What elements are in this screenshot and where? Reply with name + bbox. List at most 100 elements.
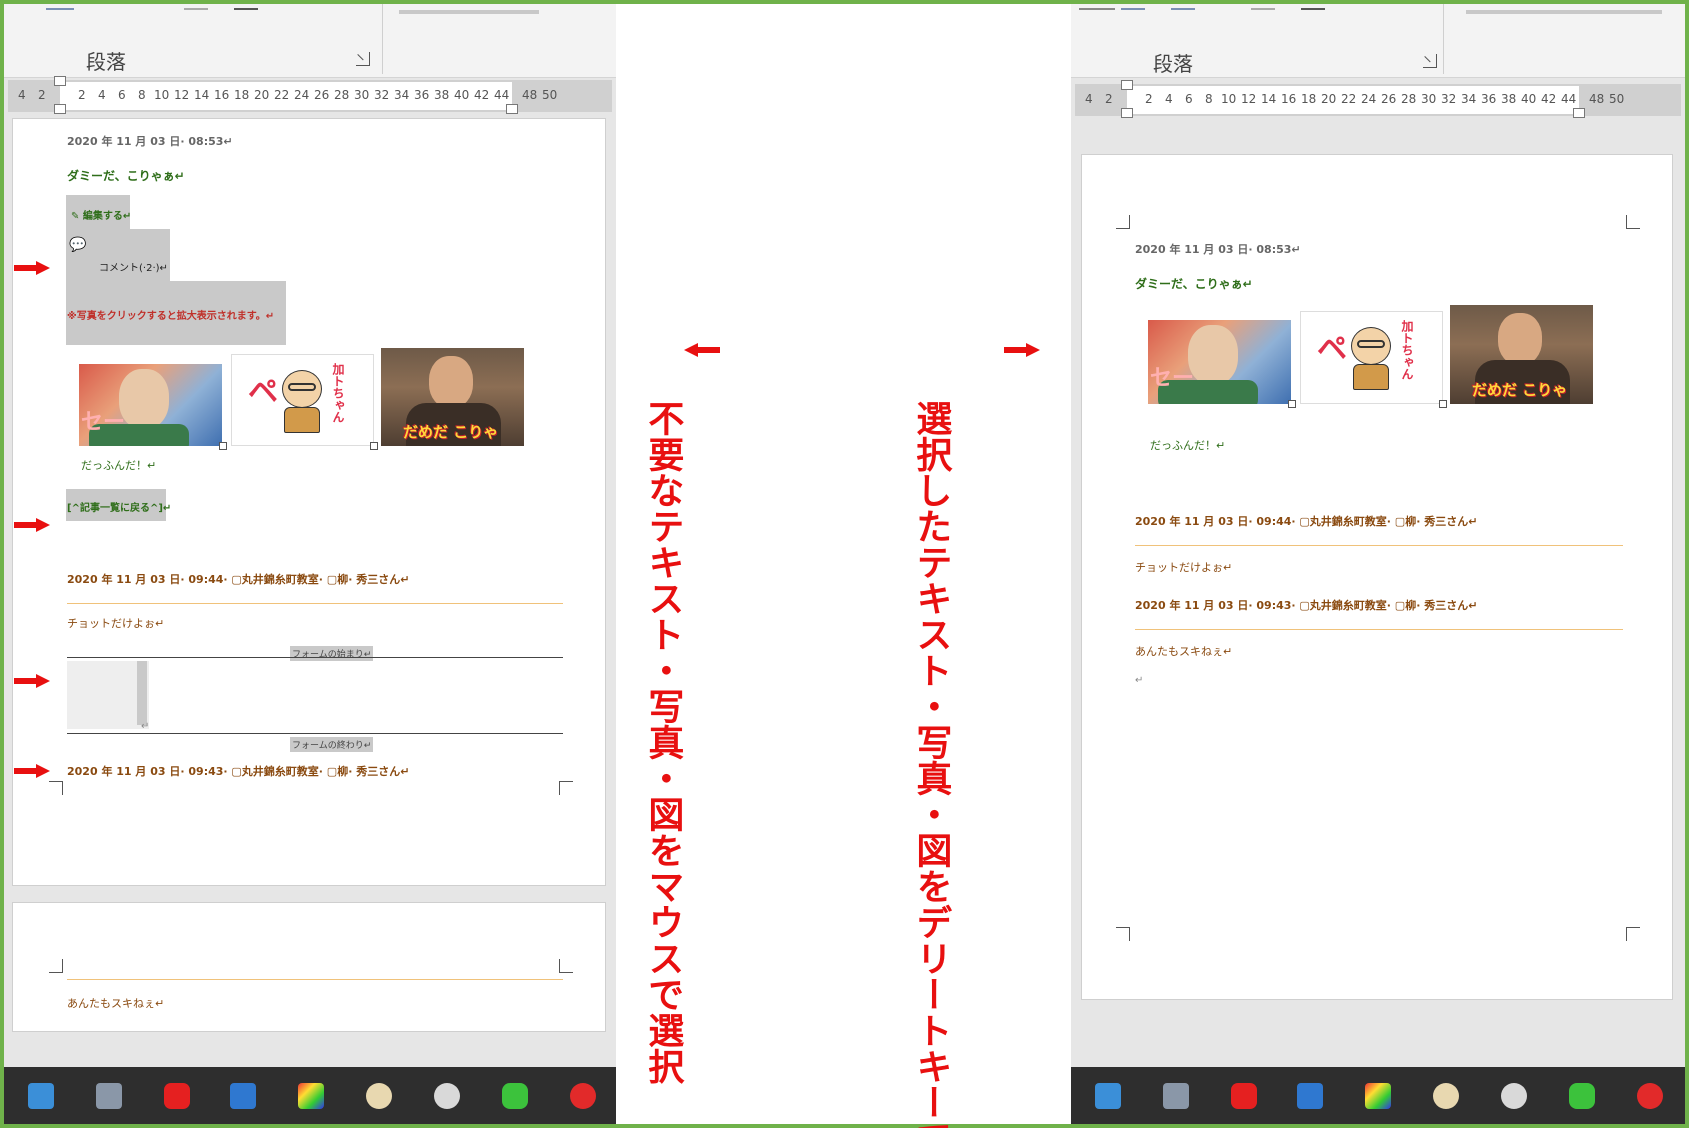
paragraph-group-label: 段落: [86, 50, 126, 74]
ribbon-scroll-bar: [1466, 10, 1662, 14]
comment2-meta: 2020 年 11 月 03 日· 09:43· ▢丸井錦糸町教室· ▢柳· 秀…: [1135, 599, 1478, 612]
back-to-list-link[interactable]: [^記事一覧に戻る^]↵: [67, 499, 171, 514]
right-word-window: 段落 4 2 2 4 6 8 10 12 14 16 18 20 22 24 2…: [1071, 4, 1685, 1124]
dialog-launcher-icon[interactable]: [1423, 54, 1437, 68]
photos-icon[interactable]: [1297, 1083, 1323, 1109]
line-icon[interactable]: [502, 1083, 528, 1109]
left-indent-marker[interactable]: [1121, 108, 1133, 118]
arrow-right-4: [14, 764, 50, 778]
photos-icon[interactable]: [230, 1083, 256, 1109]
arrow-right-1: [14, 261, 50, 275]
right-instruction: 選択したテキスト・写真・図をデリートキーで削除するとシンプルになる: [910, 400, 952, 1128]
color-palette-icon[interactable]: [1365, 1083, 1391, 1109]
ribbon-scroll-bar: [399, 10, 539, 14]
computer-icon[interactable]: [1163, 1083, 1189, 1109]
post-meta: 2020 年 11 月 03 日· 08:53↵: [67, 135, 233, 148]
comment2-text: あんたもスキねぇ↵: [1135, 645, 1233, 658]
orange-divider: [67, 979, 563, 980]
first-line-indent-marker[interactable]: [54, 76, 66, 86]
orange-divider: [1135, 629, 1623, 630]
border-icon[interactable]: [1251, 4, 1275, 10]
photo-kato-illustration[interactable]: ペ加トちゃん: [1300, 311, 1443, 404]
resize-handle[interactable]: [219, 442, 227, 450]
photo-kato-illustration[interactable]: ペ加トちゃん: [231, 354, 374, 446]
margin-corner: [559, 959, 573, 973]
arrow-right-pointer: [1004, 343, 1040, 357]
comment-link[interactable]: コメント(·2·)↵: [99, 259, 168, 274]
document-page-1[interactable]: 2020 年 11 月 03 日· 08:53↵ ダミーだ、こりゃぁ↵ ✎ 編集…: [12, 118, 606, 886]
left-word-window: 段落 4 2 2 4 6 8 10 12 14 16 18 20 22 24 2…: [4, 4, 616, 1124]
edit-link[interactable]: ✎ 編集する↵: [71, 207, 131, 222]
margin-corner: [49, 781, 63, 795]
align-icon[interactable]: [1079, 4, 1115, 10]
ribbon: 段落: [1071, 4, 1685, 78]
margin-corner: [1116, 927, 1130, 941]
ribbon: 段落: [4, 4, 616, 78]
horizontal-ruler[interactable]: 4 2 2 4 6 8 10 12 14 16 18 20 22 24 26 2…: [8, 76, 612, 114]
document-page-2[interactable]: あんたもスキねぇ↵: [12, 902, 606, 1032]
photo-comedian-1[interactable]: セー: [1148, 320, 1291, 404]
comment2-meta: 2020 年 11 月 03 日· 09:43· ▢丸井錦糸町教室· ▢柳· 秀…: [67, 765, 410, 778]
arrow-right-3: [14, 674, 50, 688]
border-icon[interactable]: [184, 4, 208, 10]
shading-icon[interactable]: [1301, 4, 1325, 10]
paint-icon[interactable]: [366, 1083, 392, 1109]
selection-form: [137, 661, 147, 725]
photo-comedian-1[interactable]: セー: [79, 364, 222, 446]
resize-handle[interactable]: [1439, 400, 1447, 408]
tagline: だっふんだ！↵: [81, 459, 157, 472]
indent-icon[interactable]: [1121, 4, 1145, 10]
post-meta: 2020 年 11 月 03 日· 08:53↵: [1135, 243, 1301, 256]
ribbon-separator: [382, 4, 383, 74]
sort-icon[interactable]: [1171, 4, 1195, 10]
comment2-text: あんたもスキねぇ↵: [67, 997, 165, 1010]
photo-note: ※写真をクリックすると拡大表示されます。↵: [67, 311, 275, 322]
shading-icon[interactable]: [234, 4, 258, 10]
margin-corner: [1626, 927, 1640, 941]
margin-corner: [1626, 215, 1640, 229]
ribbon-separator: [1443, 4, 1444, 74]
photo-comedian-2[interactable]: だめだ こりゃ: [381, 348, 524, 446]
document-page[interactable]: 2020 年 11 月 03 日· 08:53↵ ダミーだ、こりゃぁ↵ セー ペ…: [1081, 154, 1673, 1000]
contact-card-icon[interactable]: [1095, 1083, 1121, 1109]
daruma-icon[interactable]: [1637, 1083, 1663, 1109]
paragraph-mark: ↵: [1135, 675, 1144, 686]
orange-divider: [1135, 545, 1623, 546]
post-title: ダミーだ、こりゃぁ↵: [67, 169, 185, 183]
first-line-indent-marker[interactable]: [1121, 80, 1133, 90]
computer-icon[interactable]: [96, 1083, 122, 1109]
right-indent-marker[interactable]: [506, 104, 518, 114]
margin-corner: [1116, 215, 1130, 229]
form-end-line: [67, 733, 563, 734]
post-title: ダミーだ、こりゃぁ↵: [1135, 277, 1253, 291]
taskbar: [1071, 1067, 1685, 1124]
line-icon[interactable]: [1569, 1083, 1595, 1109]
contact-card-icon[interactable]: [28, 1083, 54, 1109]
youtube-icon[interactable]: [164, 1083, 190, 1109]
color-palette-icon[interactable]: [298, 1083, 324, 1109]
horizontal-ruler[interactable]: 4 2 2 4 6 8 10 12 14 16 18 20 22 24 26 2…: [1075, 80, 1681, 118]
orange-divider: [67, 603, 563, 604]
photo-comedian-2[interactable]: だめだ こりゃ: [1450, 305, 1593, 404]
tagline: だっふんだ！↵: [1150, 439, 1226, 452]
margin-corner: [559, 781, 573, 795]
margin-corner: [49, 959, 63, 973]
right-indent-marker[interactable]: [1573, 108, 1585, 118]
dialog-launcher-icon[interactable]: [356, 52, 370, 66]
umbrella-icon[interactable]: [1501, 1083, 1527, 1109]
paint-icon[interactable]: [1433, 1083, 1459, 1109]
form-start-line: [67, 657, 563, 658]
taskbar: [4, 1067, 616, 1124]
left-indent-marker[interactable]: [54, 104, 66, 114]
comment1-meta: 2020 年 11 月 03 日· 09:44· ▢丸井錦糸町教室· ▢柳· 秀…: [1135, 515, 1478, 528]
comment1-text: チョットだけよぉ↵: [67, 617, 165, 630]
align-icon[interactable]: [46, 4, 74, 10]
left-instruction: 不要なテキスト・写真・図をマウスで選択: [642, 400, 684, 1084]
paragraph-mark: ↵: [141, 721, 150, 732]
daruma-icon[interactable]: [570, 1083, 596, 1109]
form-end-label: フォームの終わり↵: [290, 737, 374, 752]
resize-handle[interactable]: [370, 442, 378, 450]
resize-handle[interactable]: [1288, 400, 1296, 408]
youtube-icon[interactable]: [1231, 1083, 1257, 1109]
umbrella-icon[interactable]: [434, 1083, 460, 1109]
